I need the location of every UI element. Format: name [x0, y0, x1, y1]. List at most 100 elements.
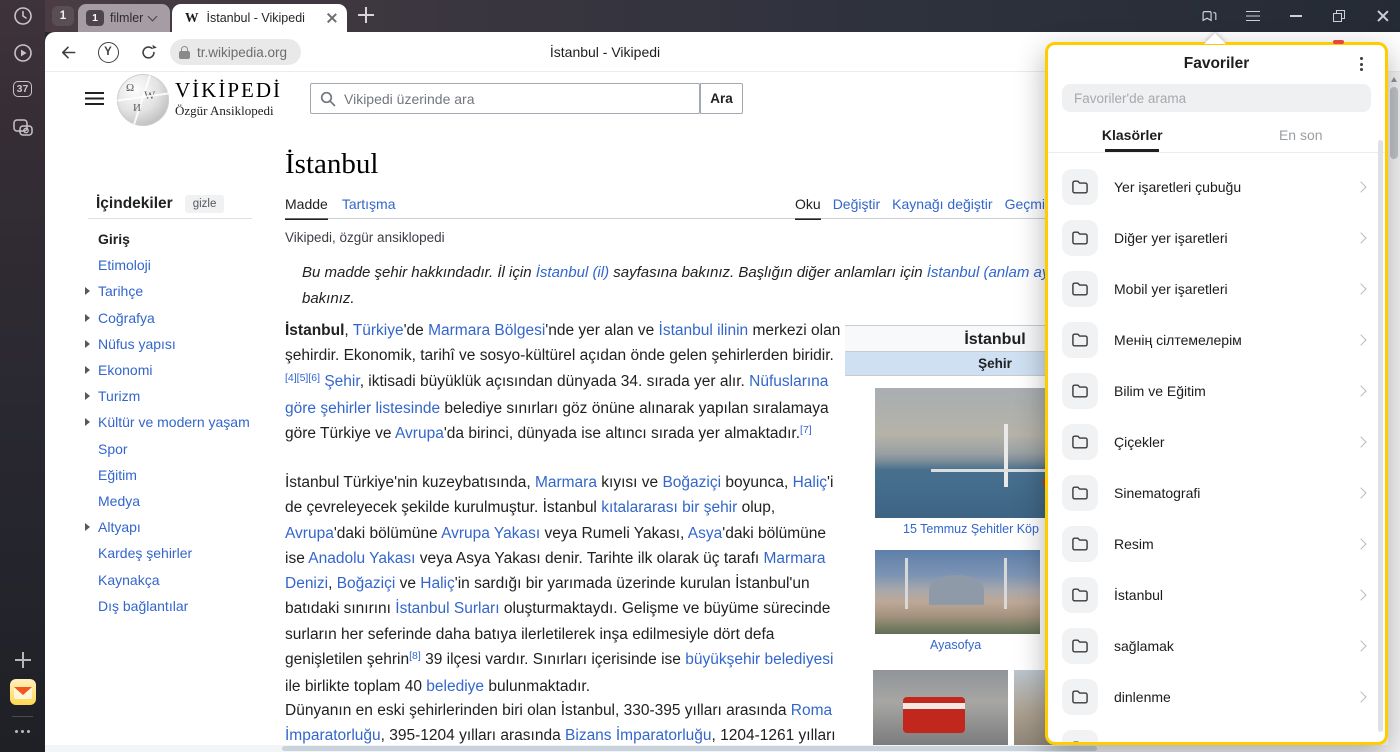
- menu-icon[interactable]: [1245, 8, 1261, 24]
- ayasofya-photo[interactable]: [875, 550, 1040, 634]
- minimize-icon[interactable]: [1288, 8, 1304, 24]
- toc-item[interactable]: Medya: [85, 488, 270, 514]
- page-horizontal-scrollbar[interactable]: [45, 745, 1400, 752]
- folder-row[interactable]: sağlamak: [1048, 620, 1385, 671]
- toc-item[interactable]: Kardeş şehirler: [85, 540, 270, 566]
- tab-group-filmler[interactable]: 1 filmler: [78, 4, 170, 32]
- text-link[interactable]: belediye: [426, 678, 484, 695]
- text-link[interactable]: Avrupa: [395, 425, 444, 442]
- text-link[interactable]: Boğaziçi: [662, 474, 721, 491]
- site-title[interactable]: VİKİPEDİ: [175, 78, 282, 103]
- folder-row[interactable]: Çiçekler: [1048, 416, 1385, 467]
- scroll-up-arrow-icon[interactable]: [1391, 77, 1397, 82]
- add-panel-icon[interactable]: [0, 652, 45, 668]
- close-window-icon[interactable]: [1374, 8, 1390, 24]
- view-tab[interactable]: Oku: [795, 196, 821, 220]
- text-link[interactable]: büyükşehir belediyesi: [685, 651, 833, 668]
- vertical-scroll-thumb[interactable]: [1390, 87, 1398, 159]
- chevron-right-icon[interactable]: [85, 366, 90, 374]
- text-link[interactable]: Marmara Bölgesi: [428, 322, 545, 339]
- toc-item[interactable]: Spor: [85, 436, 270, 462]
- text-link[interactable]: Anadolu Yakası: [308, 550, 415, 567]
- toc-item[interactable]: Etimoloji: [85, 252, 270, 278]
- restore-window-icon[interactable]: [1331, 8, 1347, 24]
- bridge-caption[interactable]: 15 Temmuz Şehitler Köp: [903, 522, 1039, 536]
- text-link[interactable]: Boğaziçi: [337, 575, 396, 592]
- folder-row[interactable]: Resim: [1048, 518, 1385, 569]
- toc-item[interactable]: Tarihçe: [85, 278, 270, 304]
- new-tab-button[interactable]: [358, 7, 376, 25]
- text-link[interactable]: kıtalararası bir şehir: [601, 499, 737, 516]
- tab-counter-badge[interactable]: 37: [0, 80, 45, 98]
- folder-row[interactable]: Sinematografi: [1048, 467, 1385, 518]
- chevron-right-icon[interactable]: [85, 392, 90, 400]
- wiki-search-input[interactable]: [311, 84, 699, 113]
- collapsed-tab-group[interactable]: 1: [52, 6, 74, 26]
- tab-recent[interactable]: En son: [1217, 120, 1386, 150]
- folder-row[interactable]: Yer işaretleri çubuğu: [1048, 161, 1385, 212]
- folder-row[interactable]: Diğer yer işaretleri: [1048, 212, 1385, 263]
- chevron-right-icon[interactable]: [85, 314, 90, 322]
- screenshot-icon[interactable]: [0, 117, 45, 139]
- folder-row[interactable]: İstanbul: [1048, 569, 1385, 620]
- tab-folders[interactable]: Klasörler: [1048, 120, 1217, 150]
- chevron-right-icon[interactable]: [85, 340, 90, 348]
- toc-item[interactable]: Nüfus yapısı: [85, 331, 270, 357]
- toc-item[interactable]: Giriş: [85, 226, 270, 252]
- text-link[interactable]: Şehir: [324, 373, 359, 390]
- view-tab[interactable]: Kaynağı değiştir: [892, 196, 992, 220]
- chevron-right-icon[interactable]: [85, 418, 90, 426]
- toc-item[interactable]: Eğitim: [85, 462, 270, 488]
- text-link[interactable]: [8]: [409, 650, 421, 662]
- text-link[interactable]: Haliç: [420, 575, 454, 592]
- toc-item[interactable]: Dış bağlantılar: [85, 593, 270, 619]
- text-link[interactable]: Marmara: [535, 474, 597, 491]
- toc-item[interactable]: Coğrafya: [85, 305, 270, 331]
- tab-close-icon[interactable]: [327, 13, 337, 23]
- mail-icon[interactable]: [0, 679, 45, 705]
- folder-row[interactable]: Менің сілтемелерім: [1048, 314, 1385, 365]
- text-link[interactable]: [7]: [800, 424, 812, 436]
- horizontal-scroll-thumb[interactable]: [282, 746, 1097, 751]
- more-dots-icon[interactable]: [0, 726, 45, 736]
- text-link[interactable]: İstanbul (il): [536, 264, 609, 281]
- text-link[interactable]: İstanbul Surları: [395, 600, 499, 617]
- text-link[interactable]: Türkiye: [353, 322, 404, 339]
- folder-row[interactable]: [1048, 722, 1385, 745]
- folder-row[interactable]: Bilim ve Eğitim: [1048, 365, 1385, 416]
- favorites-search-input[interactable]: [1062, 84, 1371, 112]
- page-tab[interactable]: Madde: [285, 196, 328, 220]
- tram-photo[interactable]: [873, 670, 1008, 745]
- text-link[interactable]: Avrupa Yakası: [441, 525, 540, 542]
- active-tab[interactable]: W İstanbul - Vikipedi: [172, 4, 347, 32]
- folder-row[interactable]: dinlenme: [1048, 671, 1385, 722]
- text-link[interactable]: [4][5][6]: [285, 372, 320, 384]
- wikipedia-logo[interactable]: Ω W И: [117, 74, 169, 126]
- chevron-right-icon[interactable]: [85, 523, 90, 531]
- text-link[interactable]: İstanbul (anlam ayrı: [927, 264, 1059, 281]
- toc-item[interactable]: Ekonomi: [85, 357, 270, 383]
- text-link[interactable]: Asya: [688, 525, 722, 542]
- toc-item[interactable]: Kaynakça: [85, 566, 270, 592]
- page-vertical-scrollbar[interactable]: [1388, 72, 1400, 745]
- text-link[interactable]: Bizans İmparatorluğu: [565, 727, 711, 744]
- player-icon[interactable]: [0, 43, 45, 63]
- text-link[interactable]: Haliç: [793, 474, 827, 491]
- kebab-menu-icon[interactable]: [1354, 57, 1368, 73]
- ayasofya-caption[interactable]: Ayasofya: [930, 638, 981, 652]
- page-tab[interactable]: Tartışma: [342, 196, 396, 220]
- text-link[interactable]: İstanbul ilinin: [659, 322, 749, 339]
- folder-row[interactable]: Mobil yer işaretleri: [1048, 263, 1385, 314]
- toc-item[interactable]: Kültür ve modern yaşam: [85, 409, 270, 435]
- favorites-scroll-thumb[interactable]: [1378, 140, 1383, 732]
- view-tab[interactable]: Değiştir: [833, 196, 880, 220]
- text-link[interactable]: Avrupa: [285, 525, 334, 542]
- toc-item[interactable]: Altyapı: [85, 514, 270, 540]
- chevron-right-icon[interactable]: [85, 287, 90, 295]
- bookmarks-panel-icon[interactable]: [1202, 8, 1218, 24]
- history-clock-icon[interactable]: [0, 6, 45, 26]
- toc-item[interactable]: Turizm: [85, 383, 270, 409]
- toc-hide-button[interactable]: gizle: [185, 195, 225, 213]
- search-button[interactable]: Ara: [700, 83, 743, 114]
- wiki-menu-icon[interactable]: [85, 92, 104, 106]
